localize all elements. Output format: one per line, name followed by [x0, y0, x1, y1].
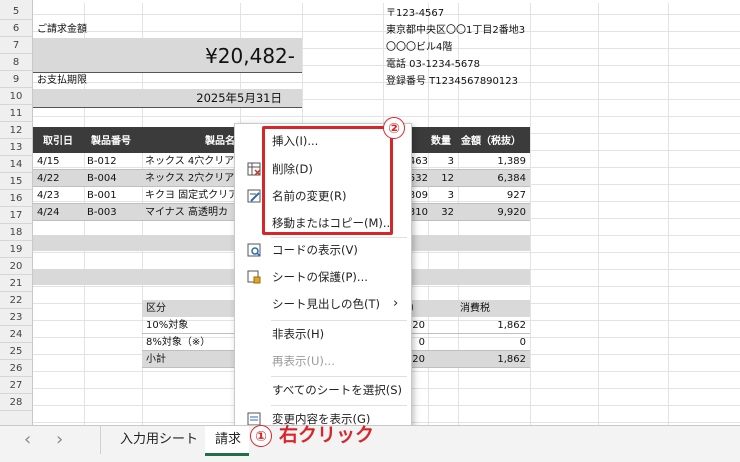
- cell-name: ネックス 4穴クリア: [145, 156, 235, 167]
- row-number[interactable]: 15: [0, 173, 32, 190]
- menu-protect-sheet[interactable]: シートの保護(P)...: [235, 264, 411, 290]
- rename-icon: [247, 189, 261, 203]
- view-code-icon: [247, 243, 261, 257]
- row-number[interactable]: 16: [0, 190, 32, 207]
- summary-label: 小計: [146, 354, 166, 365]
- cell-code: B-012: [87, 156, 117, 167]
- cell-name: ネックス 2穴クリア: [145, 173, 235, 184]
- cell-date: 4/23: [37, 190, 60, 201]
- row-number[interactable]: 28: [0, 394, 32, 411]
- row-number[interactable]: 20: [0, 258, 32, 275]
- cell-amount: 6,384: [497, 173, 526, 184]
- row-number[interactable]: 5: [0, 3, 32, 20]
- row-header: 5 6 7 8 9 10 11 12 13 14 15 16 17 18 19 20 21 22 23 24 25 26 2…: [0, 0, 33, 425]
- header-name: 製品名: [205, 136, 235, 147]
- cell-name: マイナス 高透明カ: [145, 207, 228, 218]
- header-amount: 金額（税抜）: [461, 136, 521, 147]
- tab-invoice-sheet-label: 請求: [215, 432, 242, 447]
- row-number[interactable]: 7: [0, 37, 32, 54]
- summary-label: 8%対象（※）: [146, 337, 211, 348]
- tab-divider: [100, 426, 101, 454]
- row-number[interactable]: 12: [0, 122, 32, 139]
- menu-hide[interactable]: 非表示(H): [235, 321, 411, 347]
- protect-sheet-icon: [247, 270, 261, 284]
- row-number[interactable]: 22: [0, 292, 32, 309]
- cell-amount: 1,389: [497, 156, 526, 167]
- amount-label: ご請求金額: [37, 24, 87, 35]
- step-badge-2: ②: [383, 117, 405, 139]
- menu-tab-color[interactable]: シート見出しの色(T) ›: [235, 291, 411, 317]
- row-number[interactable]: 9: [0, 71, 32, 88]
- cell-code: B-001: [87, 190, 117, 201]
- highlight-box: [262, 126, 393, 235]
- show-changes-icon: [247, 412, 261, 426]
- cell-qty: 12: [441, 173, 454, 184]
- row-number[interactable]: 8: [0, 54, 32, 71]
- company-address: 東京都中央区〇〇1丁目2番地3: [386, 25, 526, 36]
- menu-unhide: 再表示(U)...: [272, 354, 335, 368]
- next-sheet-icon[interactable]: ›: [56, 426, 63, 454]
- row-number[interactable]: 11: [0, 105, 32, 122]
- row-number[interactable]: 6: [0, 20, 32, 37]
- row-number[interactable]: 14: [0, 156, 32, 173]
- row-number[interactable]: 27: [0, 377, 32, 394]
- cell-date: 4/24: [37, 207, 60, 218]
- row-number[interactable]: 24: [0, 326, 32, 343]
- summary-tax: 1,862: [497, 320, 526, 331]
- cell-amount: 9,920: [497, 207, 526, 218]
- cell-date: 4/22: [37, 173, 60, 184]
- right-click-annotation: 右クリック: [279, 424, 375, 446]
- summary-tax: 0: [519, 337, 526, 348]
- cell-qty: 32: [441, 207, 454, 218]
- row-number[interactable]: 23: [0, 309, 32, 326]
- row-number[interactable]: 19: [0, 241, 32, 258]
- summary-label: 10%対象: [146, 320, 189, 331]
- step-badge-1: ①: [250, 425, 272, 447]
- row-number[interactable]: 21: [0, 275, 32, 292]
- cell-qty: 3: [447, 156, 454, 167]
- summary-tax: 1,862: [497, 354, 526, 365]
- menu-select-all-sheets[interactable]: すべてのシートを選択(S): [235, 377, 411, 403]
- cell-code: B-003: [87, 207, 117, 218]
- cell-code: B-004: [87, 173, 117, 184]
- company-phone: 電話 03-1234-5678: [386, 59, 481, 70]
- cell-amount: 927: [506, 190, 526, 201]
- cell-qty: 3: [447, 190, 454, 201]
- company-zip: 〒123-4567: [386, 8, 445, 19]
- tab-input-sheet[interactable]: 入力用シート: [120, 426, 198, 454]
- row-number[interactable]: 18: [0, 224, 32, 241]
- company-building: 〇〇〇ビル4階: [386, 42, 453, 53]
- cell-date: 4/15: [37, 156, 60, 167]
- menu-view-code[interactable]: コードの表示(V): [235, 237, 411, 263]
- delete-sheet-icon: [247, 162, 261, 176]
- due-label: お支払期限: [37, 75, 87, 86]
- row-number[interactable]: 25: [0, 343, 32, 360]
- company-reg: 登録番号 T1234567890123: [386, 76, 518, 87]
- row-number[interactable]: 26: [0, 360, 32, 377]
- header-date: 取引日: [43, 136, 73, 147]
- summary-h-tax: 消費税: [460, 303, 490, 314]
- row-number[interactable]: 10: [0, 88, 32, 105]
- amount-value: ¥20,482-: [205, 44, 295, 68]
- row-number[interactable]: 13: [0, 139, 32, 156]
- header-qty: 数量: [431, 136, 451, 147]
- due-date: 2025年5月31日: [196, 91, 282, 105]
- row-number[interactable]: 17: [0, 207, 32, 224]
- summary-h-category: 区分: [146, 303, 166, 314]
- submenu-arrow-icon: ›: [393, 296, 399, 311]
- prev-sheet-icon[interactable]: ‹: [24, 426, 31, 454]
- header-code: 製品番号: [91, 136, 131, 147]
- cell-name: キクヨ 固定式クリア: [145, 190, 239, 201]
